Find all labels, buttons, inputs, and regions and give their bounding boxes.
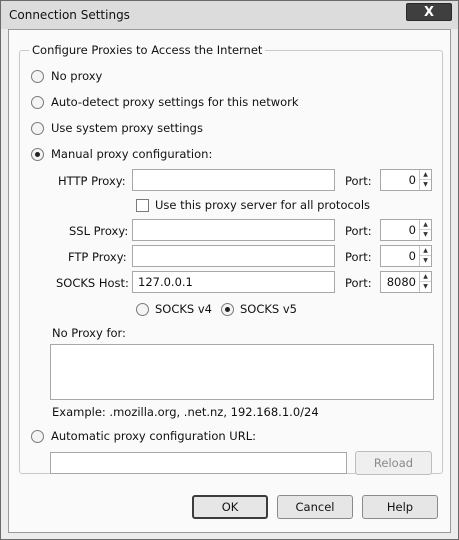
ftp-port-label: Port: [345,250,372,264]
socks-v4-label[interactable]: SOCKS v4 [155,302,212,316]
ftp-port-spinner[interactable]: 0 ▲ ▼ [380,245,432,267]
spinner-down-icon[interactable]: ▼ [420,256,431,266]
manual-proxy-radio[interactable] [31,148,44,161]
spinner-up-icon[interactable]: ▲ [420,220,431,230]
auto-detect-radio[interactable] [31,96,44,109]
spinner-arrows: ▲ ▼ [419,170,431,190]
use-for-all-checkbox[interactable] [136,199,149,212]
socks-host-input[interactable]: 127.0.0.1 [132,271,335,293]
ok-button-label: OK [221,500,239,514]
auto-detect-label[interactable]: Auto-detect proxy settings for this netw… [51,95,299,109]
http-port-value: 0 [408,173,416,187]
ok-button[interactable]: OK [192,495,268,519]
socks-port-label: Port: [345,276,372,290]
spinner-down-icon[interactable]: ▼ [420,180,431,190]
spinner-up-icon[interactable]: ▲ [420,272,431,282]
window-title: Connection Settings [9,8,130,22]
close-icon: X [423,4,435,20]
help-button-label: Help [386,500,414,514]
http-proxy-label: HTTP Proxy: [58,174,126,188]
spinner-up-icon[interactable]: ▲ [420,246,431,256]
ftp-proxy-input[interactable] [132,245,335,267]
socks-host-label: SOCKS Host: [56,276,129,290]
spinner-arrows: ▲ ▼ [419,220,431,240]
groupbox-legend: Configure Proxies to Access the Internet [29,43,266,57]
spinner-down-icon[interactable]: ▼ [420,282,431,292]
spinner-down-icon[interactable]: ▼ [420,230,431,240]
socks-v4-radio[interactable] [136,303,149,316]
socks-v5-radio[interactable] [221,303,234,316]
no-proxy-example: Example: .mozilla.org, .net.nz, 192.168.… [52,405,319,419]
auto-config-url-input[interactable] [50,452,347,474]
cancel-button-label: Cancel [295,500,335,514]
use-for-all-label[interactable]: Use this proxy server for all protocols [155,198,370,212]
socks-v5-label[interactable]: SOCKS v5 [240,302,297,316]
system-proxy-label[interactable]: Use system proxy settings [51,121,203,135]
auto-config-url-label[interactable]: Automatic proxy configuration URL: [51,429,256,443]
ftp-port-value: 0 [408,249,416,263]
manual-proxy-label[interactable]: Manual proxy configuration: [51,147,212,161]
no-proxy-for-textarea[interactable] [50,344,434,400]
ssl-proxy-input[interactable] [132,219,335,241]
no-proxy-for-label: No Proxy for: [52,326,126,340]
reload-button-label: Reload [373,456,414,470]
reload-button[interactable]: Reload [355,451,432,475]
ssl-port-spinner[interactable]: 0 ▲ ▼ [380,219,432,241]
http-proxy-input[interactable] [132,169,335,191]
system-proxy-radio[interactable] [31,122,44,135]
socks-port-spinner[interactable]: 8080 ▲ ▼ [380,271,432,293]
ftp-proxy-label: FTP Proxy: [68,250,127,264]
spinner-arrows: ▲ ▼ [419,272,431,292]
http-port-label: Port: [345,174,372,188]
connection-settings-window: Connection Settings X Configure Proxies … [0,0,459,540]
ssl-port-value: 0 [408,223,416,237]
ssl-proxy-label: SSL Proxy: [69,224,129,238]
ssl-port-label: Port: [345,224,372,238]
cancel-button[interactable]: Cancel [277,495,353,519]
auto-config-url-radio[interactable] [31,430,44,443]
title-bar: Connection Settings X [1,1,458,29]
socks-port-value: 8080 [386,275,416,289]
spinner-arrows: ▲ ▼ [419,246,431,266]
http-port-spinner[interactable]: 0 ▲ ▼ [380,169,432,191]
close-button[interactable]: X [406,3,452,21]
dialog-content: Configure Proxies to Access the Internet… [8,29,451,533]
help-button[interactable]: Help [362,495,438,519]
no-proxy-label[interactable]: No proxy [51,69,102,83]
no-proxy-radio[interactable] [31,70,44,83]
spinner-up-icon[interactable]: ▲ [420,170,431,180]
